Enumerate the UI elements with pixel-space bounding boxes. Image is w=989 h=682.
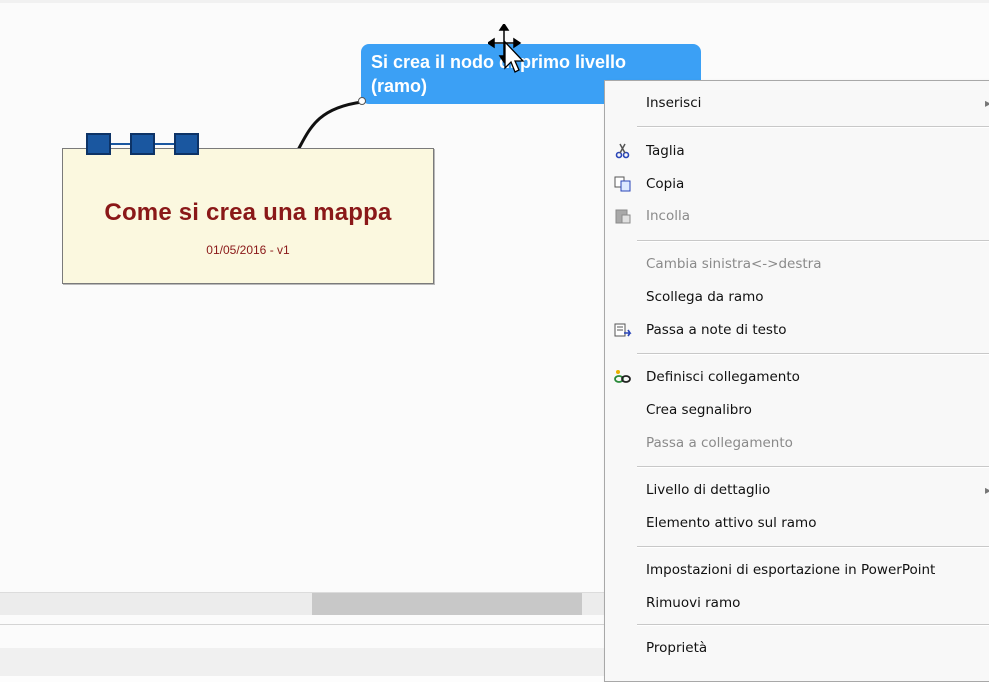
menu-item-definisci-collegamento[interactable]: Definisci collegamento <box>605 363 989 391</box>
tab-square <box>130 133 155 155</box>
central-topic[interactable]: Come si crea una mappa 01/05/2016 - v1 <box>62 148 434 284</box>
context-menu: Inserisci ▸ Taglia Copia Incolla Cambia … <box>604 80 989 682</box>
menu-item-crea-segnalibro[interactable]: Crea segnalibro <box>605 396 989 424</box>
tab-square <box>174 133 199 155</box>
central-topic-tabs <box>82 133 212 165</box>
main-topic-line1: Si crea il nodo di primo livello <box>371 52 627 72</box>
topic-connection-handle[interactable] <box>358 97 366 105</box>
divider <box>0 624 605 625</box>
menu-separator <box>637 624 989 626</box>
menu-separator <box>637 240 989 242</box>
menu-item-passa-a-note[interactable]: Passa a note di testo <box>605 316 989 344</box>
submenu-arrow-icon: ▸ <box>984 483 989 497</box>
menu-item-taglia[interactable]: Taglia <box>605 137 989 165</box>
notes-icon <box>614 323 632 337</box>
menu-separator <box>637 353 989 355</box>
menu-separator <box>637 466 989 468</box>
menu-separator <box>637 126 989 128</box>
menu-item-impostazioni-powerpoint[interactable]: Impostazioni di esportazione in PowerPoi… <box>605 556 989 584</box>
status-bar <box>0 648 605 676</box>
move-cursor-icon <box>488 24 525 73</box>
menu-item-proprieta[interactable]: Proprietà <box>605 634 989 662</box>
menu-item-inserisci[interactable]: Inserisci ▸ <box>605 89 989 117</box>
horizontal-scrollbar[interactable] <box>0 592 605 615</box>
central-topic-subtitle: 01/05/2016 - v1 <box>206 243 290 257</box>
menu-item-rimuovi-ramo[interactable]: Rimuovi ramo <box>605 589 989 617</box>
menu-item-copia[interactable]: Copia <box>605 170 989 198</box>
menu-item-scollega-da-ramo[interactable]: Scollega da ramo <box>605 283 989 311</box>
menu-item-incolla[interactable]: Incolla <box>605 202 989 230</box>
tab-square <box>86 133 111 155</box>
link-icon <box>614 370 631 383</box>
menu-separator <box>637 546 989 548</box>
menu-item-passa-a-collegamento[interactable]: Passa a collegamento <box>605 429 989 457</box>
paste-icon <box>615 209 631 224</box>
copy-icon <box>614 176 631 192</box>
menu-item-livello-di-dettaglio[interactable]: Livello di dettaglio ▸ <box>605 476 989 504</box>
scrollbar-thumb[interactable] <box>312 593 582 615</box>
submenu-arrow-icon: ▸ <box>984 96 989 110</box>
central-topic-title: Come si crea una mappa <box>104 199 392 226</box>
menu-item-cambia-sinistra-destra[interactable]: Cambia sinistra<->destra <box>605 250 989 278</box>
scissors-icon <box>615 143 630 159</box>
menu-item-elemento-attivo[interactable]: Elemento attivo sul ramo <box>605 509 989 537</box>
